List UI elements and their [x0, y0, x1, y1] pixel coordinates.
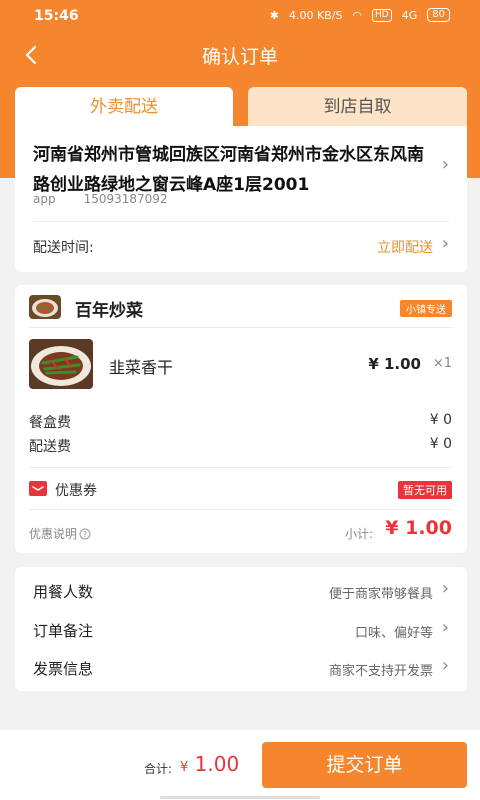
delivery-time-label: 配送时间: [33, 240, 94, 256]
invoice-label: 发票信息 [33, 660, 94, 678]
divider [29, 327, 453, 328]
coupon-status-badge: 暂无可用 [398, 481, 452, 499]
address-chevron-icon: › [441, 154, 449, 175]
delivery-time-chevron-icon: › [441, 233, 449, 254]
order-card: 百年炒菜 小镇专送 韭菜香干 ¥ 1.00 ×1 餐盒费 ¥ 0 配送费 ¥ 0… [15, 285, 467, 553]
delivery-mode-tabs: 外卖配送 到店自取 [15, 87, 467, 127]
total-amount: 1.00 [194, 752, 240, 776]
shop-logo [29, 295, 61, 319]
battery-icon: 80 [427, 8, 450, 22]
bottom-bar: 合计: ¥ 1.00 提交订单 [0, 730, 480, 800]
order-note-label: 订单备注 [33, 622, 94, 640]
total-value: ¥ 1.00 [180, 752, 239, 776]
address-card[interactable]: 河南省郑州市管城回族区河南省郑州市金水区东风南路创业路绿地之窗云峰A座1层200… [15, 126, 467, 272]
shop-name: 百年炒菜 [75, 301, 143, 321]
total-label: 合计: [144, 762, 173, 776]
tab-pickup[interactable]: 到店自取 [248, 87, 467, 127]
delivery-time-value[interactable]: 立即配送 [377, 237, 433, 257]
subtotal-value: ¥ 1.00 [385, 517, 452, 539]
delivery-address: 河南省郑州市管城回族区河南省郑州市金水区东风南路创业路绿地之窗云峰A座1层200… [33, 145, 424, 195]
food-item-name: 韭菜香干 [109, 358, 174, 377]
diners-label: 用餐人数 [33, 583, 94, 601]
contact-phone: 15093187092 [83, 192, 168, 206]
food-item-price: ¥ 1.00 [368, 355, 421, 373]
promo-note[interactable]: 优惠说明 ? [29, 525, 91, 542]
divider [29, 509, 453, 510]
network-speed: 4.00 KB/S [288, 8, 343, 22]
contact-info: app 15093187092 [33, 192, 168, 206]
divider [33, 221, 449, 222]
invoice-value[interactable]: 商家不支持开发票 [329, 660, 433, 679]
submit-order-button[interactable]: 提交订单 [262, 742, 467, 788]
help-icon: ? [79, 528, 91, 539]
shipping-badge: 小镇专送 [400, 300, 452, 317]
title-bar: 确认订单 [0, 34, 480, 78]
status-time: 15:46 [34, 8, 79, 24]
home-indicator [160, 796, 320, 799]
order-note-chevron-icon: › [441, 617, 449, 638]
subtotal-label: 小计: [344, 527, 373, 541]
order-note-value[interactable]: 口味、偏好等 [355, 622, 433, 641]
status-bar: 15:46 ✱ 4.00 KB/S ◠ HD 4G 80 [0, 0, 480, 34]
divider [29, 467, 453, 468]
order-options-card: 用餐人数 便于商家带够餐具 › 订单备注 口味、偏好等 › 发票信息 商家不支持… [15, 567, 467, 691]
wifi-icon: ◠ [352, 8, 363, 22]
contact-name: app [33, 192, 56, 206]
total-currency: ¥ [180, 760, 189, 775]
delivery-fee-label: 配送费 [29, 439, 71, 455]
coupon-icon [29, 481, 47, 496]
hd-badge: HD [372, 8, 392, 22]
box-fee-label: 餐盒费 [29, 415, 71, 431]
bluetooth-icon: ✱ [269, 8, 279, 22]
box-fee-value: ¥ 0 [429, 412, 452, 428]
food-item-quantity: ×1 [432, 356, 452, 371]
coupon-label[interactable]: 优惠券 [55, 480, 97, 500]
delivery-fee-value: ¥ 0 [429, 436, 452, 452]
page-title: 确认订单 [201, 46, 278, 68]
food-image [29, 339, 93, 389]
status-indicators: ✱ 4.00 KB/S ◠ HD 4G 80 [270, 8, 450, 22]
promo-note-label: 优惠说明 [29, 527, 78, 541]
diners-chevron-icon: › [441, 578, 449, 599]
signal-label: 4G [401, 8, 418, 22]
svg-text:?: ? [83, 530, 87, 539]
invoice-chevron-icon: › [441, 655, 449, 676]
diners-value[interactable]: 便于商家带够餐具 [329, 583, 433, 602]
tab-delivery[interactable]: 外卖配送 [15, 87, 233, 127]
